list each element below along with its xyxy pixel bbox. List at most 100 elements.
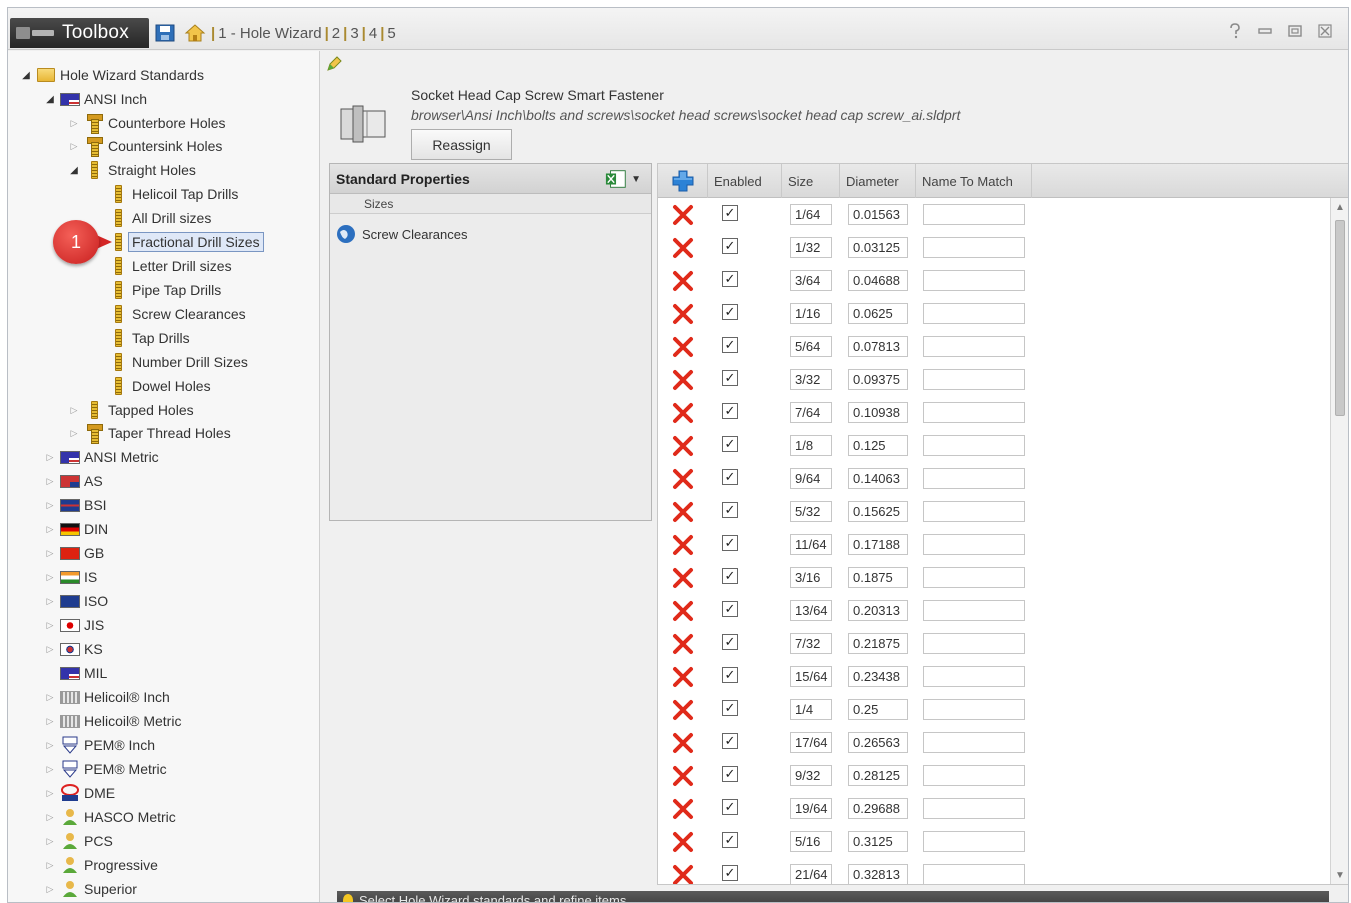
enabled-checkbox[interactable]: ✓	[722, 667, 738, 683]
enabled-checkbox[interactable]: ✓	[722, 601, 738, 617]
expand-arrow-icon[interactable]: ▷	[68, 118, 80, 129]
page-tab-1[interactable]: 1 - Hole Wizard	[218, 25, 321, 42]
delete-row-icon[interactable]	[672, 831, 694, 853]
delete-row-icon[interactable]	[672, 699, 694, 721]
name-to-match-cell[interactable]	[923, 534, 1025, 555]
tree-item-pcs[interactable]: ▷ PCS	[44, 830, 113, 852]
page-tab-2[interactable]: 2	[332, 25, 340, 42]
tree-item-ansi-inch[interactable]: ◢ ANSI Inch	[44, 88, 147, 110]
diameter-cell[interactable]: 0.0625	[848, 303, 908, 324]
delete-row-icon[interactable]	[672, 798, 694, 820]
enabled-checkbox[interactable]: ✓	[722, 502, 738, 518]
tree-item-helicoil-metric[interactable]: ▷ Helicoil® Metric	[44, 710, 182, 732]
tree-item-straight-holes[interactable]: ◢ Straight Holes	[68, 159, 196, 181]
tree-item-taper-thread-holes[interactable]: ▷ Taper Thread Holes	[68, 422, 231, 444]
delete-row-icon[interactable]	[672, 864, 694, 885]
tree-item-countersink[interactable]: ▷ Countersink Holes	[68, 135, 222, 157]
column-size[interactable]: Size	[782, 164, 840, 198]
scroll-up-icon[interactable]: ▲	[1331, 202, 1348, 214]
tree-item-as[interactable]: ▷ AS	[44, 470, 103, 492]
delete-row-icon[interactable]	[672, 567, 694, 589]
name-to-match-cell[interactable]	[923, 270, 1025, 291]
page-tab-5[interactable]: 5	[387, 25, 395, 42]
tree-item-mil[interactable]: MIL	[60, 662, 107, 684]
expand-arrow-icon[interactable]: ▷	[44, 548, 56, 559]
name-to-match-cell[interactable]	[923, 303, 1025, 324]
delete-row-icon[interactable]	[672, 303, 694, 325]
delete-row-icon[interactable]	[672, 468, 694, 490]
size-cell[interactable]: 1/16	[790, 303, 832, 324]
delete-row-icon[interactable]	[672, 336, 694, 358]
expand-arrow-icon[interactable]: ▷	[44, 812, 56, 823]
scroll-down-icon[interactable]: ▼	[1331, 870, 1348, 882]
tree-item-number-drill-sizes[interactable]: Number Drill Sizes	[108, 351, 248, 373]
size-cell[interactable]: 3/64	[790, 270, 832, 291]
size-cell[interactable]: 21/64	[790, 864, 832, 884]
tree-item-pipe-tap-drills[interactable]: Pipe Tap Drills	[108, 279, 221, 301]
tree-item-ks[interactable]: ▷ KS	[44, 638, 103, 660]
name-to-match-cell[interactable]	[923, 798, 1025, 819]
expand-arrow-icon[interactable]: ▷	[44, 524, 56, 535]
expand-arrow-icon[interactable]: ▷	[44, 452, 56, 463]
diameter-cell[interactable]: 0.29688	[848, 798, 908, 819]
enabled-checkbox[interactable]: ✓	[722, 205, 738, 221]
enabled-checkbox[interactable]: ✓	[722, 469, 738, 485]
chevron-down-icon[interactable]: ▼	[631, 174, 641, 185]
tree-item-ansi-metric[interactable]: ▷ ANSI Metric	[44, 446, 159, 468]
restore-icon[interactable]	[1286, 22, 1304, 40]
name-to-match-cell[interactable]	[923, 402, 1025, 423]
tree-item-dme[interactable]: ▷ DME	[44, 782, 115, 804]
enabled-checkbox[interactable]: ✓	[722, 337, 738, 353]
tree-item-fractional-drill-sizes[interactable]: Fractional Drill Sizes	[108, 231, 264, 253]
property-item-screw-clearances[interactable]: Screw Clearances	[336, 224, 468, 244]
enabled-checkbox[interactable]: ✓	[722, 832, 738, 848]
delete-row-icon[interactable]	[672, 270, 694, 292]
size-cell[interactable]: 1/64	[790, 204, 832, 225]
delete-row-icon[interactable]	[672, 369, 694, 391]
delete-row-icon[interactable]	[672, 600, 694, 622]
name-to-match-cell[interactable]	[923, 765, 1025, 786]
page-tab-3[interactable]: 3	[350, 25, 358, 42]
size-cell[interactable]: 19/64	[790, 798, 832, 819]
expand-arrow-icon[interactable]: ▷	[44, 692, 56, 703]
edit-icon[interactable]	[325, 55, 343, 73]
diameter-cell[interactable]: 0.17188	[848, 534, 908, 555]
expand-arrow-icon[interactable]: ▷	[68, 141, 80, 152]
name-to-match-cell[interactable]	[923, 336, 1025, 357]
size-cell[interactable]: 3/16	[790, 567, 832, 588]
enabled-checkbox[interactable]: ✓	[722, 238, 738, 254]
diameter-cell[interactable]: 0.07813	[848, 336, 908, 357]
name-to-match-cell[interactable]	[923, 501, 1025, 522]
expand-arrow-icon[interactable]: ▷	[44, 644, 56, 655]
expand-arrow-icon[interactable]: ▷	[44, 596, 56, 607]
expand-arrow-icon[interactable]: ▷	[44, 836, 56, 847]
size-cell[interactable]: 1/8	[790, 435, 832, 456]
delete-row-icon[interactable]	[672, 501, 694, 523]
diameter-cell[interactable]: 0.25	[848, 699, 908, 720]
name-to-match-cell[interactable]	[923, 204, 1025, 225]
enabled-checkbox[interactable]: ✓	[722, 535, 738, 551]
size-cell[interactable]: 5/64	[790, 336, 832, 357]
size-cell[interactable]: 15/64	[790, 666, 832, 687]
expand-arrow-icon[interactable]: ▷	[68, 405, 80, 416]
name-to-match-cell[interactable]	[923, 732, 1025, 753]
name-to-match-cell[interactable]	[923, 237, 1025, 258]
tree-item-din[interactable]: ▷ DIN	[44, 518, 109, 540]
add-row-button[interactable]	[658, 164, 708, 198]
expand-arrow-icon[interactable]: ▷	[44, 884, 56, 895]
diameter-cell[interactable]: 0.20313	[848, 600, 908, 621]
tree-item-root[interactable]: ◢ Hole Wizard Standards	[20, 64, 204, 86]
diameter-cell[interactable]: 0.21875	[848, 633, 908, 654]
tree-item-progressive[interactable]: ▷ Progressive	[44, 854, 158, 876]
diameter-cell[interactable]: 0.09375	[848, 369, 908, 390]
diameter-cell[interactable]: 0.14063	[848, 468, 908, 489]
expand-arrow-icon[interactable]: ▷	[68, 428, 80, 439]
name-to-match-cell[interactable]	[923, 831, 1025, 852]
enabled-checkbox[interactable]: ✓	[722, 304, 738, 320]
diameter-cell[interactable]: 0.28125	[848, 765, 908, 786]
size-cell[interactable]: 5/32	[790, 501, 832, 522]
tree-item-dowel-holes[interactable]: Dowel Holes	[108, 375, 211, 397]
toolbox-tab[interactable]: Toolbox	[10, 18, 149, 48]
size-cell[interactable]: 1/4	[790, 699, 832, 720]
tree-item-all-drill-sizes[interactable]: All Drill sizes	[108, 207, 211, 229]
